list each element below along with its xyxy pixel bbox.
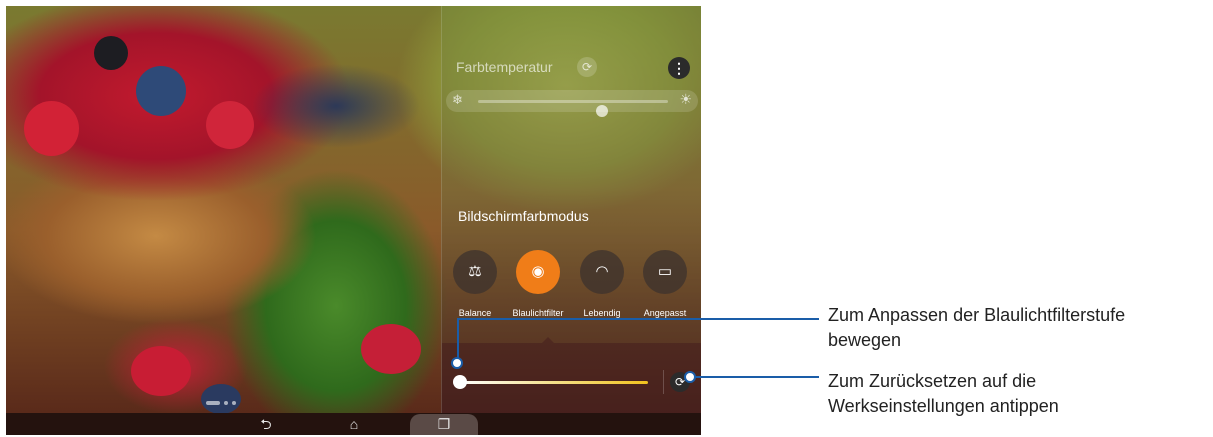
mode-label: Lebendig	[583, 308, 621, 318]
callout-line-2: Werkseinstellungen antippen	[828, 396, 1059, 416]
display-settings-panel: Farbtemperatur ⟳ ⋮ ❄ ☀ Bildschirmfarbmod…	[441, 6, 701, 413]
raspberry	[206, 101, 254, 149]
home-icon[interactable]: ⌂	[344, 413, 364, 435]
callout-line	[457, 318, 459, 360]
navigation-bar: ⮌ ⌂ ❐	[6, 413, 701, 435]
callout-slider-text: Zum Anpassen der Blaulichtfilterstufe be…	[828, 303, 1125, 353]
callout-line	[457, 318, 819, 320]
callout-line	[690, 376, 819, 378]
raspberry	[361, 324, 421, 374]
mode-vivid[interactable]: ◠ Lebendig	[571, 250, 633, 318]
blueberry	[136, 66, 186, 116]
mode-label: Balance	[458, 308, 492, 318]
selected-mode-pointer	[542, 337, 554, 343]
color-temperature-track[interactable]	[478, 100, 668, 117]
callout-line-2: bewegen	[828, 330, 902, 350]
eye-shield-icon[interactable]: ◉	[516, 250, 560, 294]
color-temperature-slider[interactable]: ❄ ☀	[446, 90, 698, 117]
mode-balance[interactable]: ⚖ Balance	[444, 250, 506, 318]
page-dot-active	[206, 400, 220, 405]
callout-line-1: Zum Anpassen der Blaulichtfilterstufe	[828, 305, 1126, 325]
sun-icon: ☀	[679, 91, 692, 107]
mode-custom[interactable]: ▭ Angepasst	[634, 250, 696, 318]
back-icon[interactable]: ⮌	[256, 413, 276, 435]
callout-reset-text: Zum Zurücksetzen auf die Werkseinstellun…	[828, 369, 1059, 419]
page-dot	[232, 400, 236, 405]
blue-light-filter-slider[interactable]	[453, 375, 648, 389]
callout-marker	[451, 357, 463, 369]
mode-blue-light-filter[interactable]: ◉ Blaulichtfilter	[507, 250, 569, 318]
snowflake-icon: ❄	[452, 92, 463, 107]
mode-label: Angepasst	[643, 308, 687, 318]
raspberry	[24, 101, 79, 156]
page-dot	[224, 400, 228, 405]
color-temperature-title: Farbtemperatur	[456, 59, 553, 75]
refresh-icon[interactable]: ⟳	[577, 57, 597, 77]
raspberry	[131, 346, 191, 396]
scales-icon[interactable]: ⚖	[453, 250, 497, 294]
page-indicator	[206, 394, 240, 412]
blue-light-filter-controls: ⟳	[442, 337, 701, 413]
blackberry	[94, 36, 128, 70]
recent-apps-icon[interactable]: ❐	[434, 413, 454, 435]
callout-marker	[684, 371, 696, 383]
divider	[663, 370, 664, 394]
screen-settings-icon[interactable]: ▭	[643, 250, 687, 294]
screen-color-mode-title: Bildschirmfarbmodus	[458, 208, 589, 224]
tablet-screen: Farbtemperatur ⟳ ⋮ ❄ ☀ Bildschirmfarbmod…	[6, 6, 701, 435]
signal-arcs-icon[interactable]: ◠	[580, 250, 624, 294]
blue-light-filter-thumb[interactable]	[453, 375, 467, 389]
color-temperature-thumb[interactable]	[595, 105, 608, 117]
callout-line-1: Zum Zurücksetzen auf die	[828, 371, 1037, 391]
more-vertical-icon[interactable]: ⋮	[668, 57, 690, 79]
mode-label: Blaulichtfilter	[512, 308, 564, 318]
